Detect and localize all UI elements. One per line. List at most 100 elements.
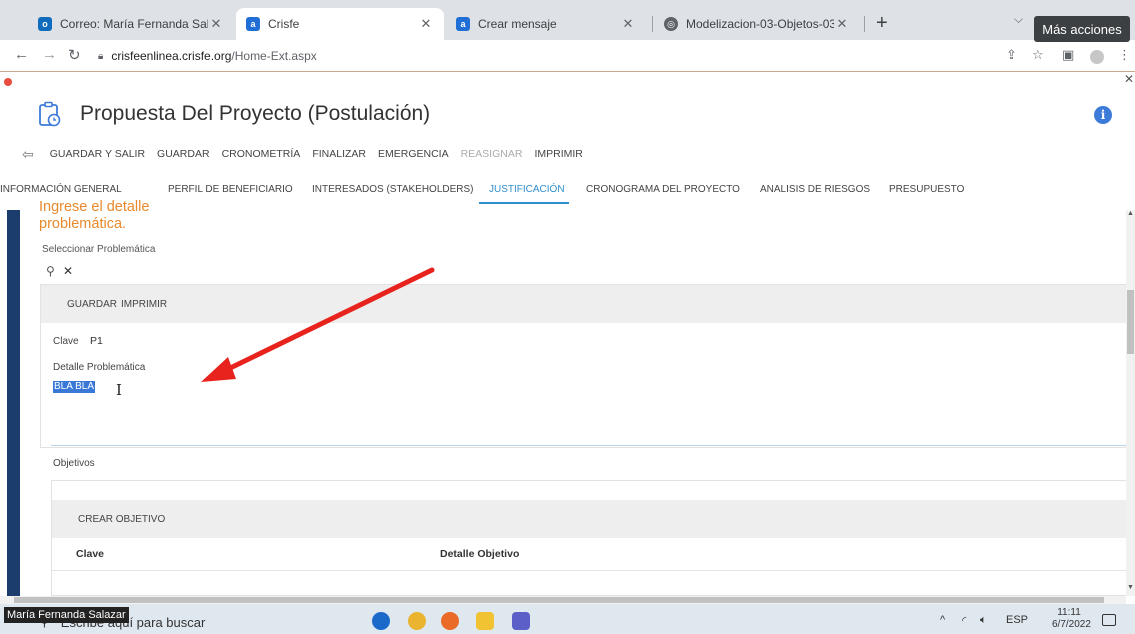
tooltip: Más acciones	[1034, 16, 1130, 42]
crear-objetivo-button[interactable]: CREAR OBJETIVO	[78, 514, 165, 525]
tab-informacion-general[interactable]: INFORMACIÓN GENERAL	[0, 184, 122, 195]
scroll-thumb[interactable]	[14, 597, 1104, 603]
address-bar[interactable]: 🔒︎ crisfeenlinea.crisfe.org /Home-Ext.as…	[98, 46, 317, 66]
back-arrow-icon[interactable]: ←	[14, 46, 29, 63]
objetivos-label: Objetivos	[53, 458, 95, 469]
action-bar: ⇦ GUARDAR Y SALIR GUARDAR CRONOMETRÍA FI…	[22, 146, 595, 162]
firefox-icon[interactable]	[441, 612, 459, 630]
wifi-icon[interactable]: ◜	[962, 614, 966, 627]
browser-tab-outlook[interactable]: o Correo: María Fernanda Salazar - ✕	[28, 8, 234, 40]
reasignar-button[interactable]: REASIGNAR	[461, 148, 523, 160]
cronometria-button[interactable]: CRONOMETRÍA	[222, 148, 301, 160]
text-cursor-icon: I	[116, 381, 122, 399]
tab-justificacion[interactable]: JUSTIFICACIÓN	[489, 184, 565, 195]
share-icon[interactable]: ⇪	[1006, 47, 1017, 63]
chevron-down-icon[interactable]: ⌵	[1014, 12, 1023, 27]
tab-interesados[interactable]: INTERESADOS (STAKEHOLDERS)	[312, 184, 474, 195]
globe-icon: ◎	[664, 17, 678, 31]
search-icon[interactable]: ⚲	[46, 264, 55, 278]
scroll-thumb[interactable]	[1127, 290, 1134, 354]
finalizar-button[interactable]: FINALIZAR	[312, 148, 366, 160]
clave-value: P1	[90, 335, 103, 347]
volume-icon[interactable]: 🔈︎	[980, 614, 987, 627]
detalle-problematica-textarea[interactable]	[51, 376, 1126, 446]
detalle-problematica-label: Detalle Problemática	[53, 362, 146, 373]
status-dot	[4, 78, 12, 86]
new-tab-button[interactable]: +	[876, 12, 888, 35]
imprimir-problematica-button[interactable]: IMPRIMIR	[121, 299, 167, 310]
chevron-up-icon[interactable]: ^	[940, 614, 945, 626]
presenter-name-label: María Fernanda Salazar	[4, 607, 129, 623]
horizontal-scrollbar[interactable]	[0, 596, 1126, 604]
star-icon[interactable]: ☆	[1032, 47, 1044, 63]
objetivos-panel	[51, 480, 1127, 596]
page-title: Propuesta Del Proyecto (Postulación)	[80, 102, 431, 125]
section-heading: Ingrese el detalle problemática.	[39, 199, 199, 233]
emergencia-button[interactable]: EMERGENCIA	[378, 148, 449, 160]
edge-icon[interactable]	[372, 612, 390, 630]
problematica-toolbar: GUARDAR IMPRIMIR	[41, 285, 1126, 323]
close-icon[interactable]: ✕	[63, 264, 73, 278]
tab-title: Correo: María Fernanda Salazar -	[60, 17, 208, 31]
tab-cronograma[interactable]: CRONOGRAMA DEL PROYECTO	[586, 184, 740, 195]
left-accent-bar	[7, 210, 20, 596]
chrome-icon[interactable]	[408, 612, 426, 630]
close-icon[interactable]: ✕	[834, 16, 850, 32]
tab-separator	[864, 16, 865, 32]
guardar-button[interactable]: GUARDAR	[157, 148, 210, 160]
exit-arrow-icon[interactable]: ⇦	[22, 146, 34, 163]
clock-time: 11:11	[1057, 607, 1081, 618]
lock-icon: 🔒︎	[98, 50, 104, 62]
clock-date: 6/7/2022	[1052, 619, 1091, 630]
objetivos-toolbar: CREAR OBJETIVO	[52, 500, 1127, 538]
vertical-scrollbar[interactable]: ▲ ▼	[1126, 210, 1135, 596]
section-heading-line: Ingrese el detalle	[39, 199, 150, 215]
url-domain: crisfeenlinea.crisfe.org	[111, 49, 232, 63]
tab-separator	[652, 16, 653, 32]
selected-text[interactable]: BLA BLA	[53, 381, 96, 393]
tab-presupuesto[interactable]: PRESUPUESTO	[889, 184, 964, 195]
imprimir-button[interactable]: IMPRIMIR	[534, 148, 582, 160]
kebab-menu-icon[interactable]: ⋮	[1118, 47, 1131, 63]
guardar-problematica-button[interactable]: GUARDAR	[67, 299, 117, 310]
crisfe-icon: a	[246, 17, 260, 31]
select-problematica-label: Seleccionar Problemática	[42, 244, 156, 255]
column-header-detalle-objetivo[interactable]: Detalle Objetivo	[440, 548, 519, 560]
tab-analisis-riesgos[interactable]: ANALISIS DE RIESGOS	[760, 184, 870, 195]
close-icon[interactable]: ✕	[208, 16, 224, 32]
section-heading-line: problemática.	[39, 216, 127, 232]
tab-perfil-beneficiario[interactable]: PERFIL DE BENEFICIARIO	[168, 184, 293, 195]
side-panel-icon[interactable]: ▣	[1062, 47, 1074, 63]
url-path: /Home-Ext.aspx	[231, 49, 317, 63]
table-divider	[52, 570, 1127, 571]
info-icon[interactable]: i	[1094, 106, 1112, 124]
crisfe-icon: a	[456, 17, 470, 31]
close-icon[interactable]: ✕	[620, 16, 636, 32]
column-header-clave[interactable]: Clave	[76, 548, 104, 560]
reload-icon[interactable]: ↻	[68, 46, 81, 64]
teams-icon[interactable]	[512, 612, 530, 630]
close-icon[interactable]: ✕	[418, 16, 434, 32]
scroll-up-icon[interactable]: ▲	[1127, 210, 1134, 217]
clave-label: Clave	[53, 336, 79, 347]
file-explorer-icon[interactable]	[476, 612, 494, 630]
close-icon[interactable]: ✕	[1124, 72, 1134, 86]
browser-toolbar: ← → ↻ 🔒︎ crisfeenlinea.crisfe.org /Home-…	[0, 40, 1135, 72]
scroll-down-icon[interactable]: ▼	[1127, 584, 1134, 591]
notification-icon[interactable]	[1102, 614, 1116, 626]
language-indicator[interactable]: ESP	[1006, 614, 1028, 626]
tab-title: Crear mensaje	[478, 17, 557, 31]
browser-tab-crear-mensaje[interactable]: a Crear mensaje ✕	[446, 8, 646, 40]
browser-tab-crisfe[interactable]: a Crisfe ✕	[236, 8, 444, 40]
profile-avatar[interactable]	[1090, 50, 1104, 64]
taskbar-clock[interactable]: 11:11 6/7/2022	[1052, 607, 1091, 631]
tab-title: Modelizacion-03-Objetos-03-Tar	[686, 17, 834, 31]
browser-tab-strip: o Correo: María Fernanda Salazar - ✕ a C…	[0, 0, 1135, 40]
outlook-icon: o	[38, 17, 52, 31]
tab-title: Crisfe	[268, 17, 300, 31]
clipboard-clock-icon	[39, 101, 61, 127]
active-tab-indicator	[479, 202, 569, 204]
forward-arrow-icon[interactable]: →	[42, 46, 57, 63]
guardar-y-salir-button[interactable]: GUARDAR Y SALIR	[50, 148, 145, 160]
browser-tab-modelizacion[interactable]: ◎ Modelizacion-03-Objetos-03-Tar ✕	[654, 8, 860, 40]
